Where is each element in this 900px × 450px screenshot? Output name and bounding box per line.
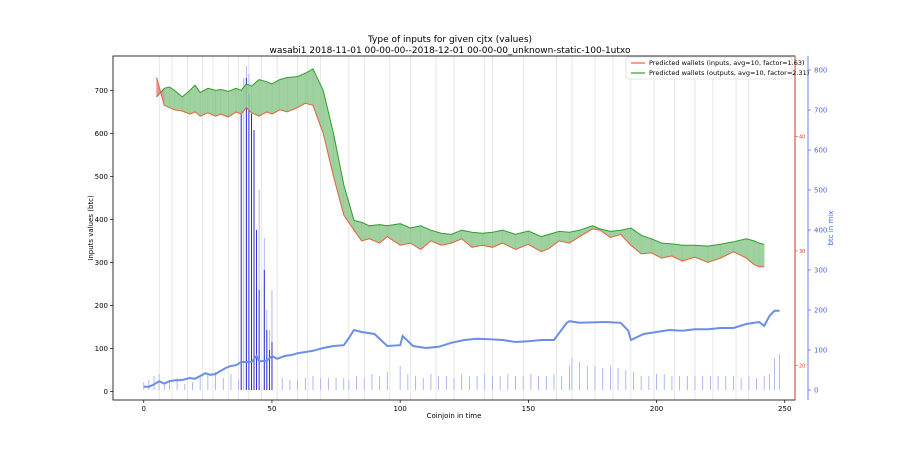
fill-segment <box>746 238 755 265</box>
y2-tick-label: 200 <box>814 307 827 315</box>
fill-segment <box>758 242 765 267</box>
x-tick-label: 150 <box>522 405 535 413</box>
y2-axis-label: btc in mix <box>827 211 835 246</box>
fill-segment <box>287 76 298 113</box>
y-tick-label: 700 <box>95 87 108 95</box>
y2-tick-label: 600 <box>814 147 827 155</box>
x-tick-label: 250 <box>778 405 791 413</box>
x-tick-label: 100 <box>393 405 406 413</box>
chart: Type of inputs for given cjtx (values) w… <box>87 35 835 420</box>
y-tick-label: 300 <box>95 259 108 267</box>
y-tick-label: 0 <box>104 388 108 396</box>
fill-segment <box>207 87 216 117</box>
x-tick-label: 50 <box>268 405 277 413</box>
y-tick-label: 100 <box>95 345 108 353</box>
chart-subtitle: wasabi1 2018-11-01 00-00-00--2018-12-01 … <box>270 46 631 56</box>
y2-tick-label: 700 <box>814 107 827 115</box>
fill-segment <box>240 83 247 115</box>
fill-segment <box>258 79 268 117</box>
fill-segment <box>353 219 362 242</box>
y3-axis-ticks: 20 30 40 <box>795 134 805 370</box>
y-axis-ticks: 0 100 200 300 400 500 600 700 <box>95 87 113 396</box>
y-tick-label: 400 <box>95 216 108 224</box>
fill-segment <box>215 89 221 117</box>
chart-title: Type of inputs for given cjtx (values) <box>367 35 532 45</box>
y2-tick-label: 0 <box>814 387 818 395</box>
fill-segment <box>387 223 401 246</box>
y3-tick-label: 20 <box>799 364 805 370</box>
fill-segment <box>333 133 344 216</box>
fill-segment <box>220 89 229 118</box>
y2-tick-label: 800 <box>814 67 827 75</box>
y2-tick-label: 500 <box>814 187 827 195</box>
legend-label-outputs: Predicted wallets (outputs, avg=10, fact… <box>649 69 809 77</box>
fill-segment <box>164 86 170 108</box>
fill-between <box>156 68 765 268</box>
fill-segment <box>297 72 306 108</box>
y-axis-label: Inputs values (btc) <box>87 195 95 261</box>
y2-tick-label: 100 <box>814 347 827 355</box>
fill-segment <box>266 81 273 115</box>
fill-segment <box>461 229 473 248</box>
x-tick-label: 200 <box>650 405 663 413</box>
y2-axis-ticks: 0 100 200 300 400 500 600 700 800 <box>808 67 827 395</box>
fill-segment <box>235 87 242 115</box>
y2-tick-label: 400 <box>814 227 827 235</box>
fill-segment <box>369 224 380 244</box>
x-axis-label: Coinjoin in time <box>427 412 482 420</box>
fill-segment <box>707 244 721 263</box>
y3-tick-label: 40 <box>799 134 805 140</box>
legend: Predicted wallets (inputs, avg=10, facto… <box>625 56 809 80</box>
fill-segment <box>271 79 280 115</box>
y-tick-label: 500 <box>95 173 108 181</box>
y2-tick-label: 300 <box>814 267 827 275</box>
y3-tick-label: 30 <box>799 249 805 255</box>
legend-label-inputs: Predicted wallets (inputs, avg=10, facto… <box>649 59 805 67</box>
fill-segment <box>305 68 314 106</box>
y-tick-label: 600 <box>95 130 108 138</box>
x-tick-label: 0 <box>142 405 146 413</box>
series-lines <box>143 68 780 388</box>
y-tick-label: 200 <box>95 302 108 310</box>
fill-segment <box>753 240 760 268</box>
fill-segment <box>323 90 334 177</box>
fill-segment <box>194 84 201 117</box>
fill-segment <box>279 77 288 113</box>
